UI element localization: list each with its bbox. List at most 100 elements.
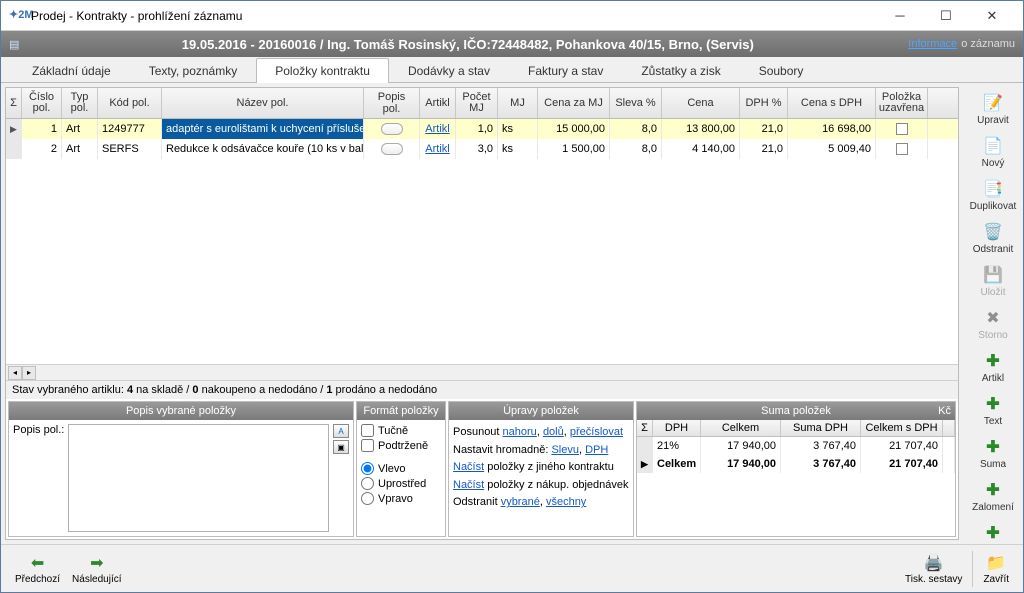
panel-upravy-title: Úpravy položek bbox=[449, 402, 633, 420]
fmt-podtrzene[interactable]: Podtrženě bbox=[361, 439, 441, 452]
side-duplikovat[interactable]: 📑Duplikovat bbox=[965, 175, 1021, 216]
tab-5[interactable]: Zůstatky a zisk bbox=[622, 58, 739, 83]
popis-icon[interactable] bbox=[381, 143, 403, 155]
panel-format: Formát položky Tučně Podtrženě Vlevo Upr… bbox=[356, 401, 446, 537]
maximize-button[interactable]: ☐ bbox=[923, 1, 969, 31]
link-dph[interactable]: DPH bbox=[585, 444, 608, 456]
duplicate-icon: 📑 bbox=[983, 179, 1003, 199]
plus-icon: ✚ bbox=[983, 351, 1003, 371]
col-dph[interactable]: DPH % bbox=[740, 88, 788, 118]
folder-icon: 📁 bbox=[986, 553, 1006, 573]
col-kod[interactable]: Kód pol. bbox=[98, 88, 162, 118]
link-dolu[interactable]: dolů bbox=[543, 426, 564, 438]
fmt-vlevo[interactable]: Vlevo bbox=[361, 462, 441, 475]
col-sum[interactable]: Σ bbox=[6, 88, 22, 118]
panel-suma-title: Suma položekKč bbox=[637, 402, 955, 420]
sum-col-celkem[interactable]: Celkem bbox=[701, 420, 781, 436]
tab-3[interactable]: Dodávky a stav bbox=[389, 58, 509, 83]
link-nacist-kontrakt[interactable]: Načíst bbox=[453, 461, 484, 473]
fmt-tucne[interactable]: Tučně bbox=[361, 424, 441, 437]
link-slevu[interactable]: Slevu bbox=[551, 444, 579, 456]
popis-btn-expand[interactable]: ▣ bbox=[333, 440, 349, 454]
scroll-right[interactable]: ▸ bbox=[22, 366, 36, 380]
minimize-button[interactable]: ─ bbox=[877, 1, 923, 31]
link-precislovat[interactable]: přečíslovat bbox=[570, 426, 623, 438]
link-odstr-vybrane[interactable]: vybrané bbox=[501, 496, 540, 508]
col-popis[interactable]: Popis pol. bbox=[364, 88, 420, 118]
side-upravit[interactable]: 📝Upravit bbox=[965, 89, 1021, 130]
table-row[interactable]: 2ArtSERFSRedukce k odsávačce kouře (10 k… bbox=[6, 139, 958, 159]
sum-col-z[interactable]: Σ bbox=[637, 420, 653, 436]
new-icon: 📄 bbox=[983, 136, 1003, 156]
panel-upravy: Úpravy položek Posunout nahoru, dolů, př… bbox=[448, 401, 634, 537]
tab-0[interactable]: Základní údaje bbox=[13, 58, 130, 83]
sum-col-sdph[interactable]: Suma DPH bbox=[781, 420, 861, 436]
side-zalomeni[interactable]: ✚Zalomení bbox=[965, 476, 1021, 517]
col-mj[interactable]: MJ bbox=[498, 88, 538, 118]
panel-popis-title: Popis vybrané položky bbox=[9, 402, 353, 420]
tab-2[interactable]: Položky kontraktu bbox=[256, 58, 389, 83]
tabs: Základní údajeTexty, poznámkyPoložky kon… bbox=[1, 57, 1023, 83]
save-icon: 💾 bbox=[983, 265, 1003, 285]
fmt-vpravo[interactable]: Vpravo bbox=[361, 492, 441, 505]
sum-col-dph[interactable]: DPH bbox=[653, 420, 701, 436]
side-odstranit[interactable]: 🗑️Odstranit bbox=[965, 218, 1021, 259]
closed-checkbox[interactable] bbox=[896, 143, 908, 155]
cancel-icon: ✖ bbox=[983, 308, 1003, 328]
col-pocet[interactable]: PočetMJ bbox=[456, 88, 498, 118]
side-text[interactable]: ✚Text bbox=[965, 390, 1021, 431]
link-odstr-vsechny[interactable]: všechny bbox=[546, 496, 586, 508]
window-title: Prodej - Kontrakty - prohlížení záznamu bbox=[31, 9, 877, 23]
link-nahoru[interactable]: nahoru bbox=[503, 426, 537, 438]
sum-col-cs[interactable]: Celkem s DPH bbox=[861, 420, 943, 436]
col-typ[interactable]: Typpol. bbox=[62, 88, 98, 118]
col-uzav[interactable]: Položkauzavřena bbox=[876, 88, 928, 118]
app-icon: ✦2M bbox=[9, 8, 25, 24]
side-storno: ✖Storno bbox=[965, 304, 1021, 345]
col-cenadph[interactable]: Cena s DPH bbox=[788, 88, 876, 118]
tab-6[interactable]: Soubory bbox=[740, 58, 823, 83]
arrow-left-icon: ⬅ bbox=[31, 553, 44, 573]
col-nazev[interactable]: Název pol. bbox=[162, 88, 364, 118]
grid-body[interactable]: ▶1Art1249777adaptér s eurolištami k uchy… bbox=[6, 119, 958, 364]
footer: ⬅Předchozí ➡Následující 🖨️Tisk. sestavy … bbox=[1, 544, 1023, 592]
col-cena[interactable]: Cena bbox=[662, 88, 740, 118]
col-sleva[interactable]: Sleva % bbox=[610, 88, 662, 118]
prev-button[interactable]: ⬅Předchozí bbox=[9, 551, 66, 587]
popis-textarea[interactable] bbox=[68, 424, 329, 532]
fmt-uprostred[interactable]: Uprostřed bbox=[361, 477, 441, 490]
scroll-left[interactable]: ◂ bbox=[8, 366, 22, 380]
edit-icon: 📝 bbox=[983, 93, 1003, 113]
grid-header: Σ Číslopol. Typpol. Kód pol. Název pol. … bbox=[6, 88, 958, 119]
print-button[interactable]: 🖨️Tisk. sestavy bbox=[899, 551, 968, 587]
popis-btn-a[interactable]: A bbox=[333, 424, 349, 438]
closed-checkbox[interactable] bbox=[896, 123, 908, 135]
close-button[interactable]: ✕ bbox=[969, 1, 1015, 31]
grid-scrollbar[interactable]: ◂ ▸ bbox=[6, 364, 958, 380]
panel-suma: Suma položekKč Σ DPH Celkem Suma DPH Cel… bbox=[636, 401, 956, 537]
popis-label: Popis pol.: bbox=[13, 424, 64, 532]
col-artikl[interactable]: Artikl bbox=[420, 88, 456, 118]
col-cenamj[interactable]: Cena za MJ bbox=[538, 88, 610, 118]
next-button[interactable]: ➡Následující bbox=[66, 551, 127, 587]
sum-total-row: ▶Celkem17 940,003 767,4021 707,40 bbox=[637, 455, 955, 473]
link-nacist-obj[interactable]: Načíst bbox=[453, 479, 484, 491]
close-record-button[interactable]: 📁Zavřít bbox=[977, 551, 1015, 587]
popis-icon[interactable] bbox=[381, 123, 403, 135]
tab-1[interactable]: Texty, poznámky bbox=[130, 58, 256, 83]
table-row[interactable]: ▶1Art1249777adaptér s eurolištami k uchy… bbox=[6, 119, 958, 139]
side-ulozit: 💾Uložit bbox=[965, 261, 1021, 302]
side-novy[interactable]: 📄Nový bbox=[965, 132, 1021, 173]
sum-row[interactable]: 21%17 940,003 767,4021 707,40 bbox=[637, 437, 955, 455]
side-suma[interactable]: ✚Suma bbox=[965, 433, 1021, 474]
artikl-link[interactable]: Artikl bbox=[425, 143, 449, 155]
side-artikl[interactable]: ✚Artikl bbox=[965, 347, 1021, 388]
tab-4[interactable]: Faktury a stav bbox=[509, 58, 622, 83]
info-link[interactable]: Informace bbox=[908, 38, 957, 50]
col-cislo[interactable]: Číslopol. bbox=[22, 88, 62, 118]
delete-icon: 🗑️ bbox=[983, 222, 1003, 242]
plus-icon: ✚ bbox=[983, 437, 1003, 457]
artikl-link[interactable]: Artikl bbox=[425, 123, 449, 135]
titlebar: ✦2M Prodej - Kontrakty - prohlížení zázn… bbox=[1, 1, 1023, 31]
record-header: ▤ 19.05.2016 - 20160016 / Ing. Tomáš Ros… bbox=[1, 31, 1023, 57]
